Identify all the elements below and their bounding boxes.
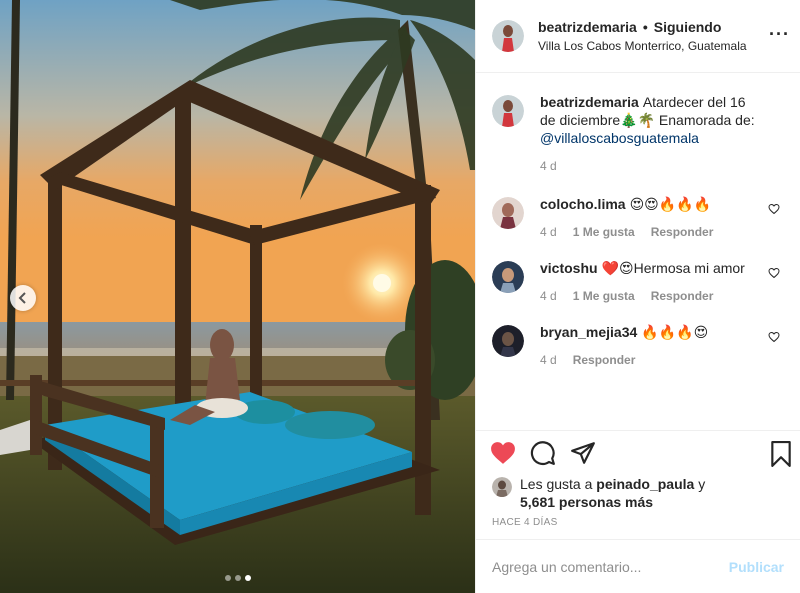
post-header: beatrizdemaria • Siguiendo Villa Los Cab… [476, 0, 800, 73]
bookmark-icon[interactable] [770, 441, 792, 472]
comment-time[interactable]: 4 d [540, 223, 557, 241]
post-location[interactable]: Villa Los Cabos Monterrico, Guatemala [538, 39, 747, 53]
carousel-indicator [0, 575, 475, 581]
avatar[interactable] [492, 20, 524, 52]
add-comment-bar: Publicar [476, 539, 800, 593]
comment-username[interactable]: victoshu [540, 260, 598, 276]
avatar[interactable] [492, 261, 524, 293]
avatar[interactable] [492, 95, 524, 127]
sunset-daybed-photo [0, 0, 475, 593]
caption: beatrizdemaria Atardecer del 16 de diciem… [492, 93, 784, 175]
carousel-dot [224, 575, 231, 581]
publish-button[interactable]: Publicar [729, 559, 784, 575]
carousel-dot-active [244, 575, 251, 581]
post-author-username[interactable]: beatrizdemaria [538, 19, 637, 35]
caption-mention[interactable]: @villaloscabosguatemala [540, 130, 699, 146]
carousel-dot [234, 575, 241, 581]
chevron-left-icon [18, 292, 26, 304]
heart-outline-icon[interactable] [768, 267, 780, 279]
likes-user[interactable]: peinado_paula [596, 476, 694, 492]
comment-time[interactable]: 4 d [540, 287, 557, 305]
likes-prefix: Les gusta a [520, 476, 597, 492]
comment-icon[interactable] [530, 440, 556, 466]
post-side-panel: beatrizdemaria • Siguiendo Villa Los Cab… [475, 0, 800, 593]
comment-item: colocho.lima 😍😍🔥🔥🔥 4 d 1 Me gusta Respond… [492, 195, 784, 241]
post-timestamp[interactable]: HACE 4 DÍAS [476, 511, 800, 528]
post-actions-bar [476, 431, 800, 475]
comment-text: ❤️😍Hermosa mi amor [601, 260, 745, 276]
heart-filled-icon[interactable] [490, 441, 516, 465]
heart-outline-icon[interactable] [768, 203, 780, 215]
follow-status-button[interactable]: Siguiendo [654, 19, 722, 35]
comment-text: 🔥🔥🔥😍 [641, 324, 709, 340]
avatar[interactable] [492, 197, 524, 229]
caption-username[interactable]: beatrizdemaria [540, 94, 639, 110]
comment-input[interactable] [492, 558, 729, 575]
likes-summary: Les gusta a peinado_paula y 5,681 person… [476, 475, 800, 511]
likes-others[interactable]: 5,681 personas más [520, 494, 653, 510]
reply-button[interactable]: Responder [651, 287, 714, 305]
more-options-icon[interactable]: ··· [769, 25, 790, 43]
comments-list[interactable]: beatrizdemaria Atardecer del 16 de diciem… [476, 73, 800, 431]
reply-button[interactable]: Responder [573, 351, 636, 369]
comment-likes[interactable]: 1 Me gusta [573, 223, 635, 241]
previous-slide-button[interactable] [10, 285, 36, 311]
post-photo[interactable] [0, 0, 475, 593]
comment-time[interactable]: 4 d [540, 351, 557, 369]
caption-time[interactable]: 4 d [540, 157, 557, 175]
comment-item: victoshu ❤️😍Hermosa mi amor 4 d 1 Me gust… [492, 259, 784, 305]
comment-likes[interactable]: 1 Me gusta [573, 287, 635, 305]
comment-username[interactable]: bryan_mejia34 [540, 324, 637, 340]
reply-button[interactable]: Responder [651, 223, 714, 241]
avatar[interactable] [492, 325, 524, 357]
separator-dot: • [642, 19, 648, 35]
likes-middle: y [694, 476, 706, 492]
share-icon[interactable] [570, 440, 596, 466]
comment-username[interactable]: colocho.lima [540, 196, 626, 212]
comment-text: 😍😍🔥🔥🔥 [629, 196, 712, 212]
heart-outline-icon[interactable] [768, 331, 780, 343]
comment-item: bryan_mejia34 🔥🔥🔥😍 4 d Responder [492, 323, 784, 369]
avatar[interactable] [492, 477, 512, 497]
